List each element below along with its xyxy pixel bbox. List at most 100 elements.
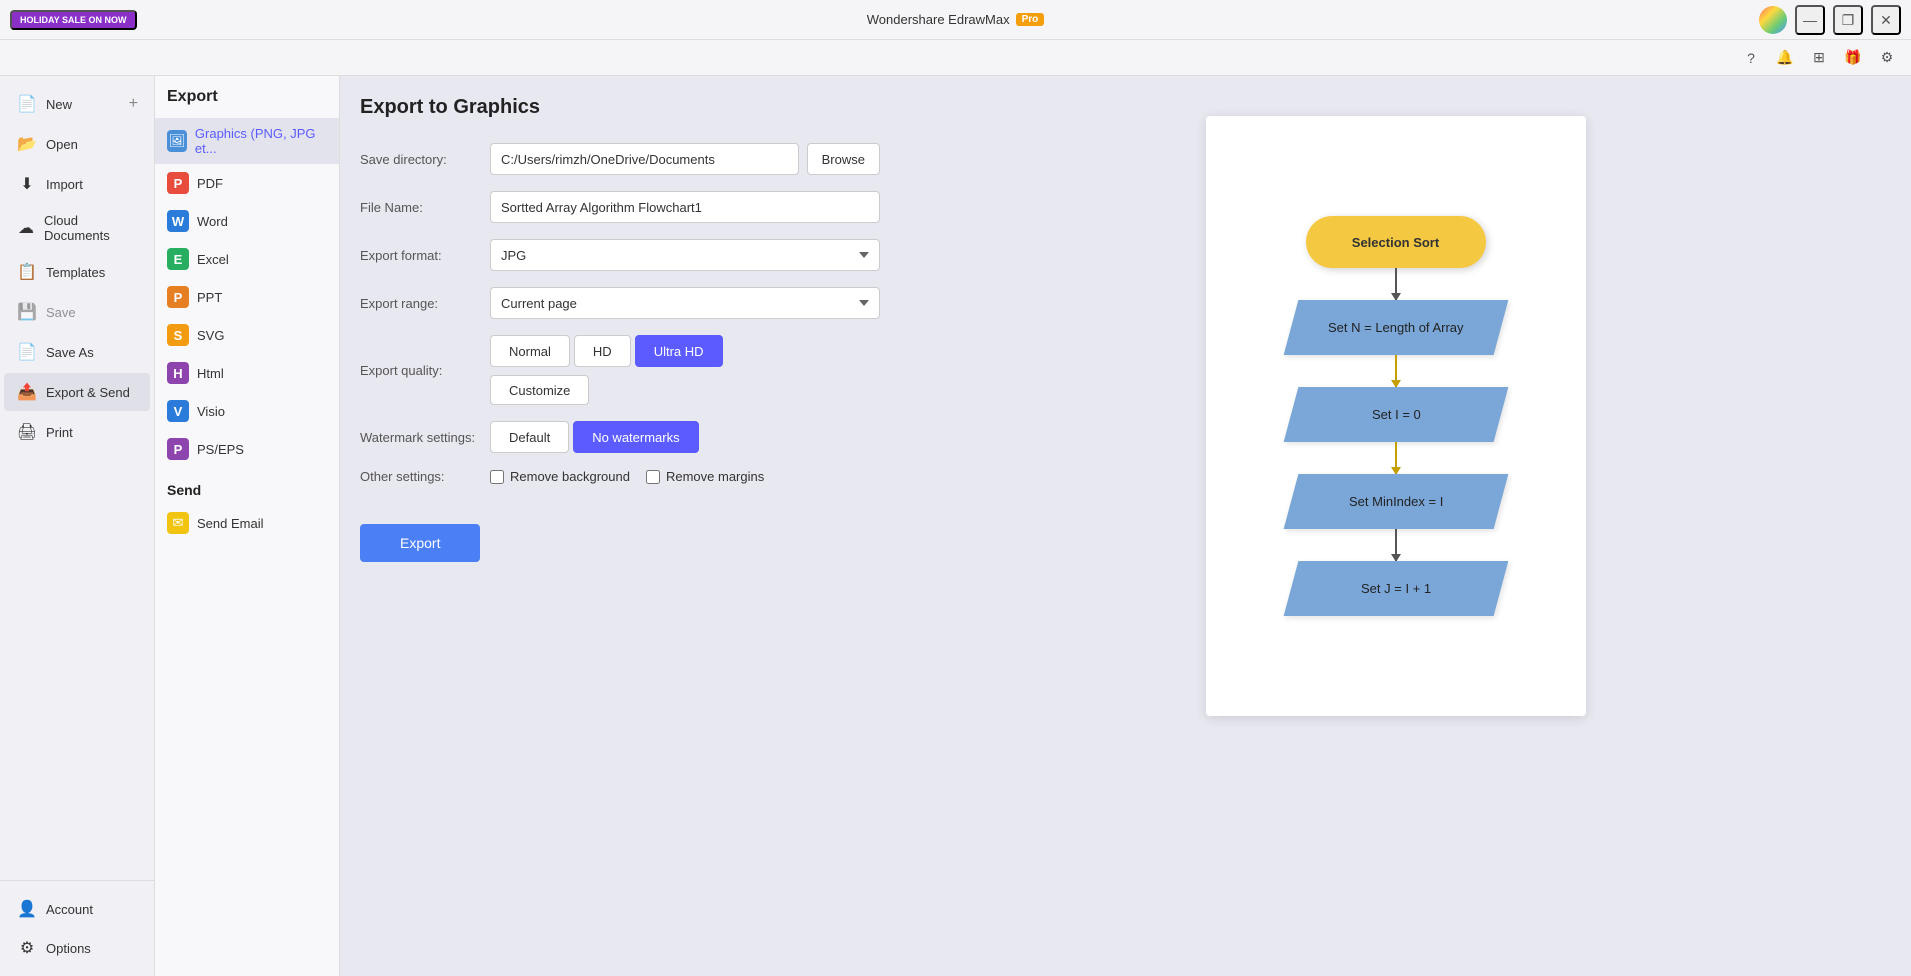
export-item-ppt[interactable]: P PPT — [155, 278, 339, 316]
export-item-pseps[interactable]: P PS/EPS — [155, 430, 339, 468]
sidebar-bottom: 👤 Account ⚙ Options — [0, 880, 154, 968]
settings-icon[interactable]: ⚙ — [1875, 46, 1899, 70]
file-name-input[interactable] — [490, 191, 880, 223]
export-item-visio[interactable]: V Visio — [155, 392, 339, 430]
email-icon: ✉ — [167, 512, 189, 534]
export-format-label: Export format: — [360, 248, 490, 263]
toolbar: ? 🔔 ⊞ 🎁 ⚙ — [0, 40, 1911, 76]
ppt-icon: P — [167, 286, 189, 308]
excel-label: Excel — [197, 252, 229, 267]
sidebar-item-new[interactable]: 📄 New + — [4, 85, 150, 123]
remove-background-label: Remove background — [510, 469, 630, 484]
watermark-none-button[interactable]: No watermarks — [573, 421, 698, 453]
preview-canvas: Selection Sort Set N = Length of Array — [1206, 116, 1586, 716]
options-icon: ⚙ — [16, 937, 38, 959]
cloud-icon: ☁ — [16, 217, 36, 239]
email-label: Send Email — [197, 516, 263, 531]
export-format-control: JPG PNG BMP SVG PDF — [490, 239, 880, 271]
export-range-control: Current page All pages Selected shapes — [490, 287, 880, 319]
file-name-label: File Name: — [360, 200, 490, 215]
sidebar-item-saveas[interactable]: 📄 Save As — [4, 333, 150, 371]
visio-label: Visio — [197, 404, 225, 419]
flowchart-node-step4: Set J = I + 1 — [1283, 561, 1508, 616]
titlebar-left: HOLIDAY SALE ON NOW — [10, 0, 137, 40]
save-directory-input[interactable] — [490, 143, 799, 175]
save-directory-control: Browse — [490, 143, 880, 175]
sidebar-label-open: Open — [46, 137, 78, 152]
svg-icon: S — [167, 324, 189, 346]
other-settings-label: Other settings: — [360, 469, 490, 484]
flowchart-node-step3: Set MinIndex = I — [1283, 474, 1508, 529]
sidebar-item-templates[interactable]: 📋 Templates — [4, 253, 150, 291]
notification-icon[interactable]: 🔔 — [1773, 46, 1797, 70]
browse-button[interactable]: Browse — [807, 143, 880, 175]
watermark-default-button[interactable]: Default — [490, 421, 569, 453]
titlebar: Wondershare EdrawMax Pro HOLIDAY SALE ON… — [0, 0, 1911, 40]
pdf-label: PDF — [197, 176, 223, 191]
print-icon: 🖨 — [16, 421, 38, 443]
import-icon: ⬇ — [16, 173, 38, 195]
sidebar-item-save[interactable]: 💾 Save — [4, 293, 150, 331]
sidebar-label-import: Import — [46, 177, 83, 192]
remove-background-item[interactable]: Remove background — [490, 469, 630, 484]
sidebar-item-export[interactable]: 📤 Export & Send — [4, 373, 150, 411]
help-icon[interactable]: ? — [1739, 46, 1763, 70]
other-settings-control: Remove background Remove margins — [490, 469, 880, 484]
customize-button[interactable]: Customize — [490, 375, 589, 405]
holiday-sale-button[interactable]: HOLIDAY SALE ON NOW — [10, 10, 137, 30]
saveas-icon: 📄 — [16, 341, 38, 363]
quality-ultrahd-button[interactable]: Ultra HD — [635, 335, 723, 367]
remove-margins-item[interactable]: Remove margins — [646, 469, 764, 484]
sidebar-label-new: New — [46, 97, 72, 112]
sidebar-item-print[interactable]: 🖨 Print — [4, 413, 150, 451]
export-item-excel[interactable]: E Excel — [155, 240, 339, 278]
left-sidebar: 📄 New + 📂 Open ⬇ Import ☁ Cloud Document… — [0, 76, 155, 976]
sidebar-item-cloud[interactable]: ☁ Cloud Documents — [4, 205, 150, 251]
checkbox-group: Remove background Remove margins — [490, 469, 880, 484]
gift-icon[interactable]: 🎁 — [1841, 46, 1865, 70]
svg-label: SVG — [197, 328, 224, 343]
sidebar-label-export: Export & Send — [46, 385, 130, 400]
sidebar-label-templates: Templates — [46, 265, 105, 280]
quality-normal-button[interactable]: Normal — [490, 335, 570, 367]
file-name-control — [490, 191, 880, 223]
export-item-email[interactable]: ✉ Send Email — [155, 504, 339, 542]
pdf-icon: P — [167, 172, 189, 194]
quality-hd-button[interactable]: HD — [574, 335, 631, 367]
export-format-select[interactable]: JPG PNG BMP SVG PDF — [490, 239, 880, 271]
graphics-label: Graphics (PNG, JPG et... — [195, 126, 327, 156]
titlebar-right: — ❐ ✕ — [1759, 0, 1901, 40]
sidebar-label-options: Options — [46, 941, 91, 956]
minimize-button[interactable]: — — [1795, 5, 1825, 35]
export-range-select[interactable]: Current page All pages Selected shapes — [490, 287, 880, 319]
remove-background-checkbox[interactable] — [490, 470, 504, 484]
sidebar-item-import[interactable]: ⬇ Import — [4, 165, 150, 203]
save-directory-label: Save directory: — [360, 152, 490, 167]
export-item-pdf[interactable]: P PDF — [155, 164, 339, 202]
close-button[interactable]: ✕ — [1871, 5, 1901, 35]
sidebar-item-account[interactable]: 👤 Account — [4, 890, 150, 928]
maximize-button[interactable]: ❐ — [1833, 5, 1863, 35]
grid-icon[interactable]: ⊞ — [1807, 46, 1831, 70]
user-avatar[interactable] — [1759, 6, 1787, 34]
html-label: Html — [197, 366, 224, 381]
export-item-svg[interactable]: S SVG — [155, 316, 339, 354]
sidebar-label-saveas: Save As — [46, 345, 94, 360]
export-button[interactable]: Export — [360, 524, 480, 562]
html-icon: H — [167, 362, 189, 384]
export-quality-control: Normal HD Ultra HD Customize — [490, 335, 880, 405]
flowchart-node-step1: Set N = Length of Array — [1283, 300, 1508, 355]
open-icon: 📂 — [16, 133, 38, 155]
export-item-graphics[interactable]: 🖼 Graphics (PNG, JPG et... — [155, 118, 339, 164]
export-item-html[interactable]: H Html — [155, 354, 339, 392]
watermark-label: Watermark settings: — [360, 430, 490, 445]
watermark-group: Default No watermarks — [490, 421, 880, 453]
sidebar-item-options[interactable]: ⚙ Options — [4, 929, 150, 967]
export-item-word[interactable]: W Word — [155, 202, 339, 240]
remove-margins-checkbox[interactable] — [646, 470, 660, 484]
export-form: Export to Graphics Save directory: Brows… — [360, 96, 880, 956]
sidebar-label-print: Print — [46, 425, 73, 440]
export-panel: Export 🖼 Graphics (PNG, JPG et... P PDF … — [155, 76, 340, 976]
sidebar-item-open[interactable]: 📂 Open — [4, 125, 150, 163]
sidebar-label-cloud: Cloud Documents — [44, 213, 138, 243]
